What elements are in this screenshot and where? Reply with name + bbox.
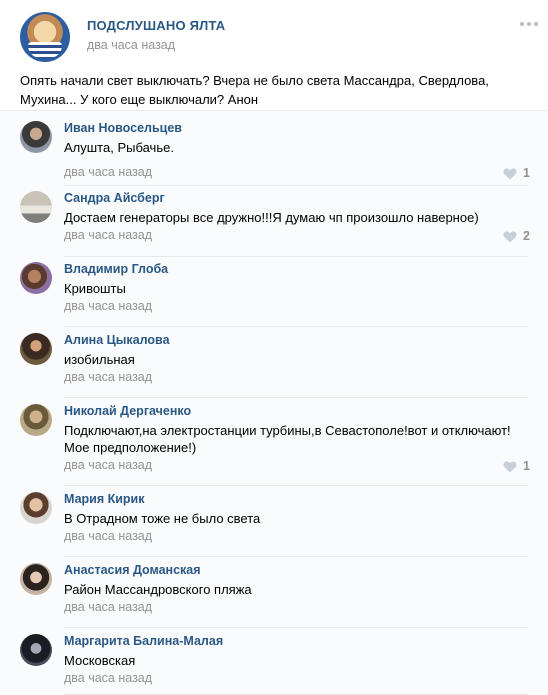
- comment-text: Алушта, Рыбачье.: [64, 140, 174, 155]
- avatar[interactable]: [20, 191, 52, 223]
- avatar[interactable]: [20, 563, 52, 595]
- comment-author[interactable]: Николай Дергаченко: [64, 404, 191, 418]
- avatar[interactable]: [20, 634, 52, 666]
- divider: [64, 627, 528, 628]
- heart-icon: [503, 460, 517, 472]
- group-avatar[interactable]: [20, 12, 70, 62]
- like-button[interactable]: 2: [503, 229, 530, 243]
- divider: [64, 185, 528, 186]
- divider: [64, 256, 528, 257]
- post-header: ПОДСЛУШАНО ЯЛТА два часа назад: [20, 12, 540, 62]
- avatar[interactable]: [20, 262, 52, 294]
- more-horizontal-icon[interactable]: [520, 22, 540, 28]
- comment-author[interactable]: Алина Цыкалова: [64, 333, 170, 347]
- comment-author[interactable]: Анастасия Доманская: [64, 563, 201, 577]
- comment-time[interactable]: два часа назад: [64, 299, 152, 313]
- comment-text: Подключают,на электростанции турбины,в С…: [64, 423, 511, 455]
- avatar[interactable]: [20, 333, 52, 365]
- post-text: Опять начали свет выключать? Вчера не бы…: [20, 73, 489, 107]
- divider: [64, 326, 528, 327]
- comments-section: Иван Новосельцев Алушта, Рыбачье. два ча…: [0, 110, 548, 695]
- comment-author[interactable]: Маргарита Балина-Малая: [64, 634, 223, 648]
- post-time[interactable]: два часа назад: [87, 38, 175, 52]
- comment-text: Московская: [64, 653, 136, 668]
- comment-text: изобильная: [64, 352, 135, 367]
- comment-time[interactable]: два часа назад: [64, 458, 152, 472]
- divider: [64, 485, 528, 486]
- comment-text: Достаем генераторы все дружно!!!Я думаю …: [64, 210, 479, 225]
- comment-time[interactable]: два часа назад: [64, 228, 152, 242]
- like-count: 1: [523, 166, 530, 180]
- comment-author[interactable]: Иван Новосельцев: [64, 121, 182, 135]
- heart-icon: [503, 167, 517, 179]
- like-button[interactable]: 1: [503, 166, 530, 180]
- divider: [64, 556, 528, 557]
- comment-time[interactable]: два часа назад: [64, 529, 152, 543]
- heart-icon: [503, 230, 517, 242]
- comment-author[interactable]: Сандра Айсберг: [64, 191, 165, 205]
- divider: [64, 397, 528, 398]
- comment-text: Кривошты: [64, 281, 126, 296]
- avatar[interactable]: [20, 121, 52, 153]
- comment-time[interactable]: два часа назад: [64, 370, 152, 384]
- like-count: 1: [523, 459, 530, 473]
- like-button[interactable]: 1: [503, 459, 530, 473]
- comment-author[interactable]: Владимир Глоба: [64, 262, 168, 276]
- comment-time[interactable]: два часа назад: [64, 165, 152, 179]
- avatar[interactable]: [20, 492, 52, 524]
- like-count: 2: [523, 229, 530, 243]
- group-name-link[interactable]: ПОДСЛУШАНО ЯЛТА: [87, 18, 225, 33]
- comment-time[interactable]: два часа назад: [64, 671, 152, 685]
- avatar[interactable]: [20, 404, 52, 436]
- comment-author[interactable]: Мария Кирик: [64, 492, 145, 506]
- wall-post: ПОДСЛУШАНО ЯЛТА два часа назад Опять нач…: [0, 0, 548, 695]
- comment-text: Район Массандровского пляжа: [64, 582, 252, 597]
- comment-text: В Отрадном тоже не было света: [64, 511, 261, 526]
- comment-time[interactable]: два часа назад: [64, 600, 152, 614]
